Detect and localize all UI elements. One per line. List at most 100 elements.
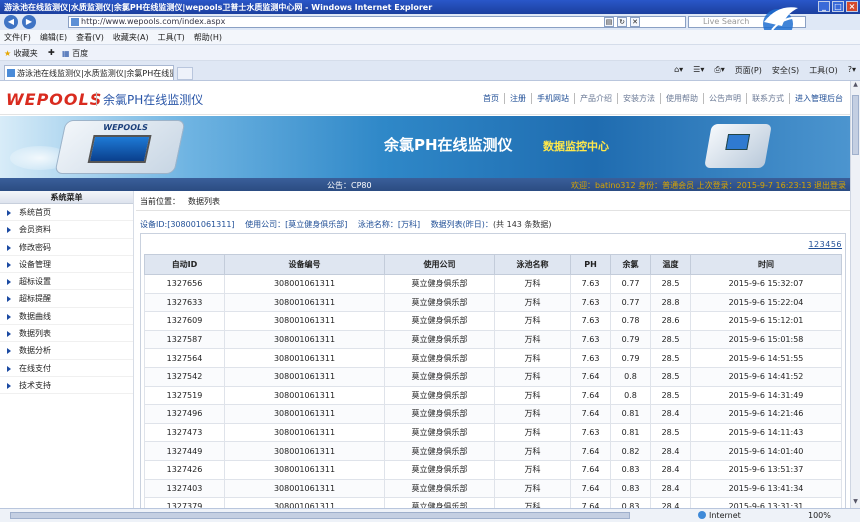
menu-edit[interactable]: 编辑(E) [40, 32, 67, 44]
nav-contact[interactable]: 联系方式 [747, 93, 790, 104]
window-controls: _ □ × [818, 1, 858, 12]
nav-install[interactable]: 安装方法 [618, 93, 661, 104]
logo-divider [96, 92, 97, 106]
sidebar-item-label: 数据曲线 [19, 311, 51, 321]
command-page[interactable]: 页面(P) [735, 65, 762, 76]
table-cell: 0.79 [610, 348, 651, 368]
filter-summary: 设备ID:[308001061311] 使用公司：[莫立健身俱乐部] 泳池名称：… [140, 219, 552, 230]
nav-products[interactable]: 产品介绍 [575, 93, 618, 104]
nav-notices[interactable]: 公告声明 [704, 93, 747, 104]
horizontal-scrollbar[interactable] [0, 510, 660, 521]
table-cell: 万科 [494, 422, 571, 443]
sidebar-item-home[interactable]: 系统首页 [0, 204, 133, 222]
menu-tools[interactable]: 工具(T) [158, 32, 185, 44]
table-cell: 2015-9-6 13:31:31 [690, 497, 842, 508]
command-safety[interactable]: 安全(S) [772, 65, 799, 76]
table-cell: 7.63 [570, 311, 611, 331]
sidebar-item-label: 技术支持 [19, 380, 51, 390]
table-cell: 莫立健身俱乐部 [384, 404, 495, 424]
home-icon[interactable]: ⌂▾ [674, 65, 683, 76]
feeds-icon[interactable]: ☰▾ [693, 65, 704, 76]
table-cell: 莫立健身俱乐部 [384, 385, 495, 406]
sidebar-item-limits[interactable]: 超标设置 [0, 273, 133, 291]
sidebar-item-data-list[interactable]: 数据列表 [0, 325, 133, 343]
table-row: 1327496 308001061311 莫立健身俱乐部 万科 7.64 0.81 28.4… [144, 404, 842, 424]
arrow-icon [7, 296, 11, 303]
security-zone: Internet [698, 511, 741, 520]
menu-help[interactable]: 帮助(H) [194, 32, 222, 44]
vertical-scrollbar[interactable]: ▲ ▼ [850, 81, 860, 508]
nav-home[interactable]: 首页 [478, 93, 505, 104]
stop-icon[interactable]: ✕ [630, 17, 640, 27]
address-text: http://www.wepools.com/index.aspx [81, 17, 226, 26]
address-row: ◀ ▶ http://www.wepools.com/index.aspx ▤ … [0, 14, 860, 30]
nav-register[interactable]: 注册 [505, 93, 532, 104]
favorite-link-baidu[interactable]: ▦ 百度 [62, 48, 88, 59]
table-cell: 0.79 [610, 329, 651, 350]
device-image: WEPOOLS [54, 120, 186, 174]
refresh-icon[interactable]: ↻ [617, 17, 627, 27]
scroll-down-icon[interactable]: ▼ [851, 498, 860, 508]
close-button[interactable]: × [846, 1, 858, 12]
table-cell: 莫立健身俱乐部 [384, 274, 495, 294]
table-cell: 0.77 [610, 274, 651, 294]
table-cell: 308001061311 [224, 366, 385, 387]
table-cell: 28.4 [650, 478, 691, 499]
favorites-bar: ★ 收藏夹 ✚ ▦ 百度 [0, 45, 860, 61]
sidebar-item-analysis[interactable]: 数据分析 [0, 342, 133, 360]
table-body: 1327656 308001061311 莫立健身俱乐部 万科 7.63 0.77 28.5… [144, 274, 842, 508]
maximize-button[interactable]: □ [832, 1, 844, 12]
sidebar-item-label: 系统首页 [19, 208, 51, 217]
address-bar[interactable]: http://www.wepools.com/index.aspx [68, 16, 686, 28]
device-brand: WEPOOLS [102, 123, 149, 132]
table-cell: 万科 [494, 441, 571, 461]
nav-admin[interactable]: 进入管理后台 [790, 93, 848, 104]
sidebar-item-label: 会员资料 [19, 225, 51, 235]
sidebar-item-alerts[interactable]: 超标提醒 [0, 290, 133, 308]
table-cell: 莫立健身俱乐部 [384, 441, 495, 461]
table-cell: 2015-9-6 15:32:07 [690, 274, 842, 294]
add-favorite-icon[interactable]: ✚ [48, 48, 55, 57]
compat-view-icon[interactable]: ▤ [604, 17, 614, 27]
breadcrumb-current: 数据列表 [188, 197, 220, 206]
sidebar-item-curves[interactable]: 数据曲线 [0, 308, 133, 326]
table-cell: 28.4 [650, 441, 691, 461]
sidebar-item-profile[interactable]: 会员资料 [0, 221, 133, 239]
menu-favorites[interactable]: 收藏夹(A) [113, 32, 149, 44]
sidebar-item-devices[interactable]: 设备管理 [0, 256, 133, 274]
main-content: 当前位置： 数据列表 设备ID:[308001061311] 使用公司：[莫立健身… [136, 191, 850, 508]
menu-view[interactable]: 查看(V) [76, 32, 104, 44]
table-cell: 28.5 [650, 274, 691, 294]
user-info: 欢迎：batino312 身份：普通会员 上次登录：2015-9-7 16:23… [571, 181, 846, 190]
browser-tab[interactable]: 游泳池在线监测仪|水质监测仪|余氯PH在线监... [4, 65, 174, 80]
table-cell: 2015-9-6 14:11:43 [690, 422, 842, 443]
star-icon: ★ [4, 49, 12, 58]
menu-file[interactable]: 文件(F) [4, 32, 31, 44]
command-tools[interactable]: 工具(O) [809, 65, 838, 76]
back-button[interactable]: ◀ [4, 15, 18, 29]
scroll-up-icon[interactable]: ▲ [851, 81, 860, 91]
scroll-thumb[interactable] [852, 95, 859, 155]
sidebar-item-payment[interactable]: 在线支付 [0, 360, 133, 377]
hscroll-thumb[interactable] [10, 512, 630, 519]
help-icon[interactable]: ?▾ [848, 65, 856, 76]
site-logo[interactable]: WEPOOLS [6, 90, 102, 109]
minimize-button[interactable]: _ [818, 1, 830, 12]
table-cell: 28.4 [650, 459, 691, 480]
table-cell: 0.77 [610, 292, 651, 313]
nav-help[interactable]: 使用帮助 [661, 93, 704, 104]
sidebar-item-password[interactable]: 修改密码 [0, 239, 133, 256]
new-tab-button[interactable] [177, 67, 193, 80]
zoom-level[interactable]: 100% [808, 511, 831, 520]
table-cell: 28.6 [650, 311, 691, 331]
favorites-button[interactable]: ★ 收藏夹 [4, 48, 38, 59]
pagination[interactable]: 123456 [808, 240, 842, 249]
sidebar-item-label: 数据分析 [19, 346, 51, 356]
table-cell: 莫立健身俱乐部 [384, 311, 495, 331]
arrow-icon [7, 365, 11, 372]
nav-mobile[interactable]: 手机网站 [532, 93, 575, 104]
print-icon[interactable]: ⎙▾ [714, 65, 724, 76]
forward-button[interactable]: ▶ [22, 15, 36, 29]
table-cell: 1327587 [144, 329, 225, 350]
sidebar-item-support[interactable]: 技术支持 [0, 377, 133, 395]
